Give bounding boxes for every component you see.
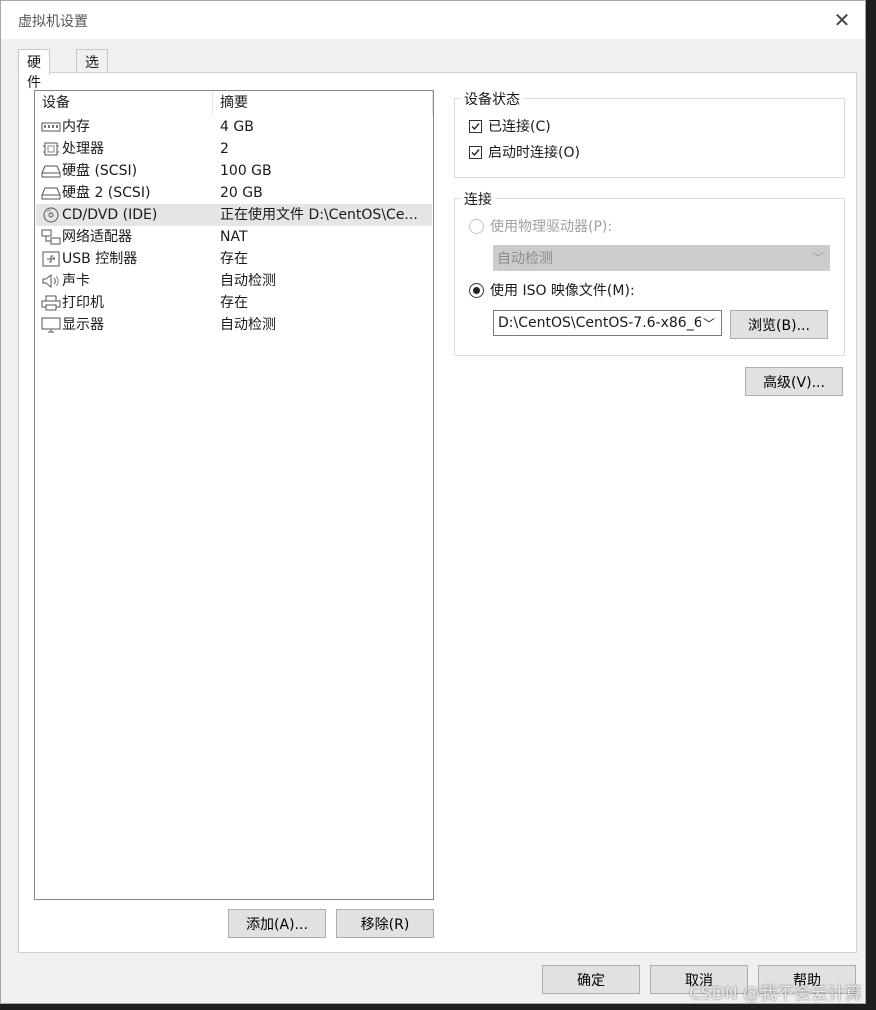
device-name: 网络适配器 — [62, 229, 132, 245]
connected-label: 已连接(C) — [488, 119, 551, 135]
chevron-down-icon: ﹀ — [811, 251, 824, 265]
checkbox-box[interactable] — [469, 145, 482, 159]
device-name: USB 控制器 — [62, 251, 138, 267]
hardware-panel: 设备 摘要 内存 4 GB 处理器 2 硬盘 (SCSI) 100 GB 硬盘 … — [18, 72, 857, 953]
device-row-cd-dvd[interactable]: CD/DVD (IDE) 正在使用文件 D:\CentOS\Ce... — [36, 204, 432, 226]
device-summary: 正在使用文件 D:\CentOS\Ce... — [220, 207, 418, 223]
device-status-group: 设备状态 已连接(C) 启动时连接(O) — [454, 89, 845, 178]
virtual-machine-settings-window: 虚拟机设置 ✕ 硬件 选项 设备 摘要 内存 4 GB 处理器 — [0, 0, 866, 1004]
column-header-device[interactable]: 设备 — [35, 91, 213, 115]
physical-drive-value: 自动检测 — [497, 251, 553, 267]
connection-title: 连接 — [461, 189, 495, 209]
device-summary: 2 — [220, 141, 229, 157]
column-header-summary[interactable]: 摘要 — [214, 91, 433, 115]
browse-button[interactable]: 浏览(B)... — [730, 310, 828, 339]
device-row-usb-controller[interactable]: USB 控制器 存在 — [36, 248, 432, 270]
device-summary: 20 GB — [220, 185, 263, 201]
physical-drive-select[interactable]: 自动检测 ﹀ — [493, 245, 830, 271]
close-button[interactable]: ✕ — [825, 5, 859, 35]
device-row-network-adapter[interactable]: 网络适配器 NAT — [36, 226, 432, 248]
monitor-icon — [41, 317, 61, 333]
usb-icon — [41, 251, 61, 267]
iso-path-value: D:\CentOS\CentOS-7.6-x86_64 — [498, 315, 712, 331]
device-row-hard-disk[interactable]: 硬盘 (SCSI) 100 GB — [36, 160, 432, 182]
device-status-title: 设备状态 — [461, 89, 523, 109]
hard-disk-icon — [41, 185, 61, 201]
hard-disk-icon — [41, 163, 61, 179]
device-name: 打印机 — [62, 295, 104, 311]
connected-checkbox[interactable]: 已连接(C) — [469, 116, 551, 136]
device-summary: 4 GB — [220, 119, 254, 135]
checkbox-box[interactable] — [469, 119, 482, 133]
radio-circle[interactable] — [469, 218, 484, 234]
tab-hardware[interactable]: 硬件 — [18, 49, 50, 91]
use-physical-drive-label: 使用物理驱动器(P): — [490, 219, 613, 235]
device-row-hard-disk-2[interactable]: 硬盘 2 (SCSI) 20 GB — [36, 182, 432, 204]
device-name: 内存 — [62, 119, 90, 135]
device-row-sound-card[interactable]: 声卡 自动检测 — [36, 270, 432, 292]
device-summary: 存在 — [220, 251, 248, 267]
device-summary: 100 GB — [220, 163, 272, 179]
watermark-text: CSDN @我不会云计算 — [689, 984, 862, 1004]
device-row-display[interactable]: 显示器 自动检测 — [36, 314, 432, 336]
use-physical-drive-radio[interactable]: 使用物理驱动器(P): — [469, 216, 612, 236]
add-device-button[interactable]: 添加(A)... — [228, 909, 326, 938]
device-row-memory[interactable]: 内存 4 GB — [36, 116, 432, 138]
tab-options[interactable]: 选项 — [76, 49, 108, 91]
advanced-button[interactable]: 高级(V)... — [745, 367, 843, 396]
use-iso-image-label: 使用 ISO 映像文件(M): — [490, 283, 635, 299]
device-list[interactable]: 设备 摘要 内存 4 GB 处理器 2 硬盘 (SCSI) 100 GB 硬盘 … — [34, 90, 434, 900]
device-name: 声卡 — [62, 273, 90, 289]
device-row-printer[interactable]: 打印机 存在 — [36, 292, 432, 314]
device-name: 显示器 — [62, 317, 104, 333]
device-summary: 自动检测 — [220, 317, 276, 333]
connect-at-power-on-checkbox[interactable]: 启动时连接(O) — [469, 142, 580, 162]
radio-circle[interactable] — [469, 282, 484, 298]
device-name: 硬盘 2 (SCSI) — [62, 185, 151, 201]
cd-dvd-icon — [41, 207, 61, 223]
connect-at-power-on-label: 启动时连接(O) — [488, 145, 580, 161]
device-name: 处理器 — [62, 141, 104, 157]
network-icon — [41, 229, 61, 245]
cpu-icon — [41, 141, 61, 157]
connection-group: 连接 使用物理驱动器(P): 自动检测 ﹀ 使用 ISO 映像文件(M): D:… — [454, 189, 845, 356]
ok-button[interactable]: 确定 — [542, 965, 640, 994]
speaker-icon — [41, 273, 61, 289]
window-title: 虚拟机设置 — [18, 14, 88, 30]
device-summary: NAT — [220, 229, 248, 245]
title-bar: 虚拟机设置 ✕ — [1, 1, 865, 39]
device-name: CD/DVD (IDE) — [62, 207, 158, 223]
device-row-processor[interactable]: 处理器 2 — [36, 138, 432, 160]
iso-path-combobox[interactable]: D:\CentOS\CentOS-7.6-x86_64 ﹀ — [493, 310, 722, 336]
remove-device-button[interactable]: 移除(R) — [336, 909, 434, 938]
chevron-down-icon: ﹀ — [700, 315, 715, 332]
close-icon: ✕ — [833, 8, 851, 32]
memory-icon — [41, 119, 61, 135]
device-summary: 存在 — [220, 295, 248, 311]
printer-icon — [41, 295, 61, 311]
device-name: 硬盘 (SCSI) — [62, 163, 138, 179]
use-iso-image-radio[interactable]: 使用 ISO 映像文件(M): — [469, 280, 635, 300]
device-summary: 自动检测 — [220, 273, 276, 289]
